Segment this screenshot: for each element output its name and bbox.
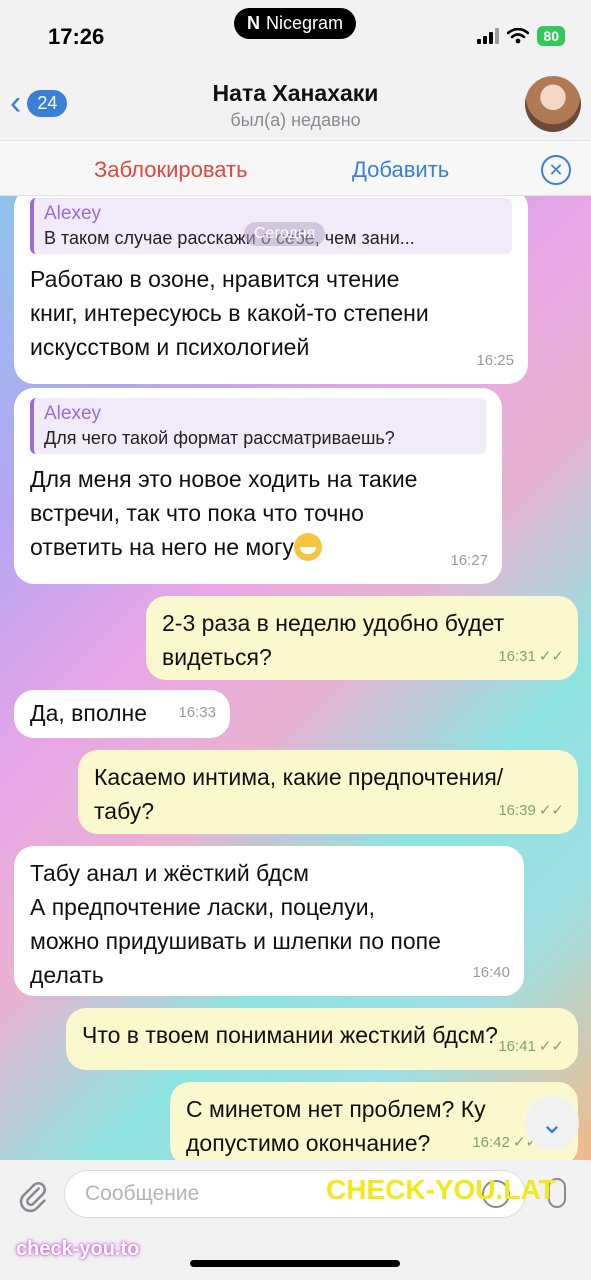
message-time: 16:27 — [450, 552, 488, 569]
paperclip-icon[interactable] — [16, 1180, 50, 1214]
message-meta: 16:41 ✓✓ — [498, 1030, 564, 1064]
message-time: 16:25 — [476, 352, 514, 369]
message-text: Да, вполне — [30, 700, 148, 726]
reply-author: Alexey — [44, 403, 102, 424]
status-time: 17:26 — [48, 24, 105, 49]
message-time: 16:33 — [178, 704, 216, 721]
message-time: 16:42 — [472, 1134, 510, 1151]
close-icon[interactable]: ✕ — [541, 155, 571, 185]
message-bubble[interactable]: С минетом нет проблем? Ку допустимо окон… — [170, 1082, 578, 1160]
avatar[interactable] — [525, 76, 581, 132]
message-time: 16:31 — [498, 648, 536, 665]
message-bubble[interactable]: Касаемо интима, какие предпочтения/ табу… — [78, 750, 578, 834]
contact-name[interactable]: Ната Ханахаки — [0, 80, 591, 107]
nicegram-label: Nicegram — [265, 13, 344, 33]
watermark-left: check-you.to — [16, 1238, 140, 1260]
chat-header: ‹ 24 Ната Ханахаки был(а) недавно — [0, 70, 591, 140]
battery-indicator: 80 — [537, 26, 565, 46]
read-checks-icon: ✓✓ — [538, 648, 564, 665]
message-text: Что в твоем понимании жесткий бдсм? — [82, 1022, 498, 1048]
home-indicator — [190, 1260, 400, 1267]
message-bubble[interactable]: 2-3 раза в неделю удобно будет видеться?… — [146, 596, 578, 680]
contact-action-bar: Заблокировать Добавить ✕ — [0, 140, 591, 196]
chevron-down-icon: ⌄ — [540, 1107, 564, 1139]
scroll-to-bottom-button[interactable]: ⌄ — [525, 1096, 579, 1150]
message-time: 16:39 — [498, 802, 536, 819]
status-bar: 17:26 N Nicegram 80 — [0, 0, 591, 70]
grinning-sweat-emoji-icon — [293, 533, 322, 561]
message-meta: 16:31 ✓✓ — [498, 640, 564, 674]
read-checks-icon: ✓✓ — [538, 802, 564, 819]
message-text: Касаемо интима, какие предпочтения/ табу… — [94, 764, 504, 824]
reply-text: Для чего такой формат рассматриваешь? — [44, 428, 395, 448]
message-list[interactable]: Alexey В таком случае расскажи о себе, ч… — [0, 196, 591, 1160]
message-meta: 16:39 ✓✓ — [498, 794, 564, 828]
date-separator: Сегодня — [244, 222, 326, 246]
message-bubble[interactable]: Табу анал и жёсткий бдсм А предпочтение … — [14, 846, 524, 996]
message-bubble[interactable]: Alexey Для чего такой формат рассматрива… — [14, 388, 502, 584]
read-checks-icon: ✓✓ — [538, 1038, 564, 1055]
message-text: Работаю в озоне, нравится чтение книг, и… — [30, 266, 429, 360]
signal-icon — [477, 28, 500, 44]
add-contact-button[interactable]: Добавить — [352, 157, 449, 183]
message-text: Табу анал и жёсткий бдсм А предпочтение … — [30, 860, 441, 988]
message-bubble[interactable]: Что в твоем понимании жесткий бдсм? 16:4… — [66, 1008, 578, 1070]
reply-preview[interactable]: Alexey Для чего такой формат рассматрива… — [30, 398, 486, 454]
status-icons: 80 — [477, 26, 565, 46]
wifi-icon — [507, 28, 530, 44]
nicegram-logo-icon: N — [246, 13, 260, 33]
composer-bar: CHECK-YOU.LAT check-you.to — [0, 1160, 591, 1280]
message-text: Для меня это новое ходить на такие встре… — [30, 466, 418, 560]
nicegram-pill: N Nicegram — [234, 8, 356, 39]
message-time: 16:41 — [498, 1038, 536, 1055]
message-time: 16:40 — [472, 964, 510, 981]
block-button[interactable]: Заблокировать — [94, 157, 248, 183]
message-bubble[interactable]: Да, вполне 16:33 — [14, 690, 230, 738]
watermark-right: CHECK-YOU.LAT — [326, 1174, 556, 1205]
last-seen-status: был(а) недавно — [230, 110, 361, 130]
